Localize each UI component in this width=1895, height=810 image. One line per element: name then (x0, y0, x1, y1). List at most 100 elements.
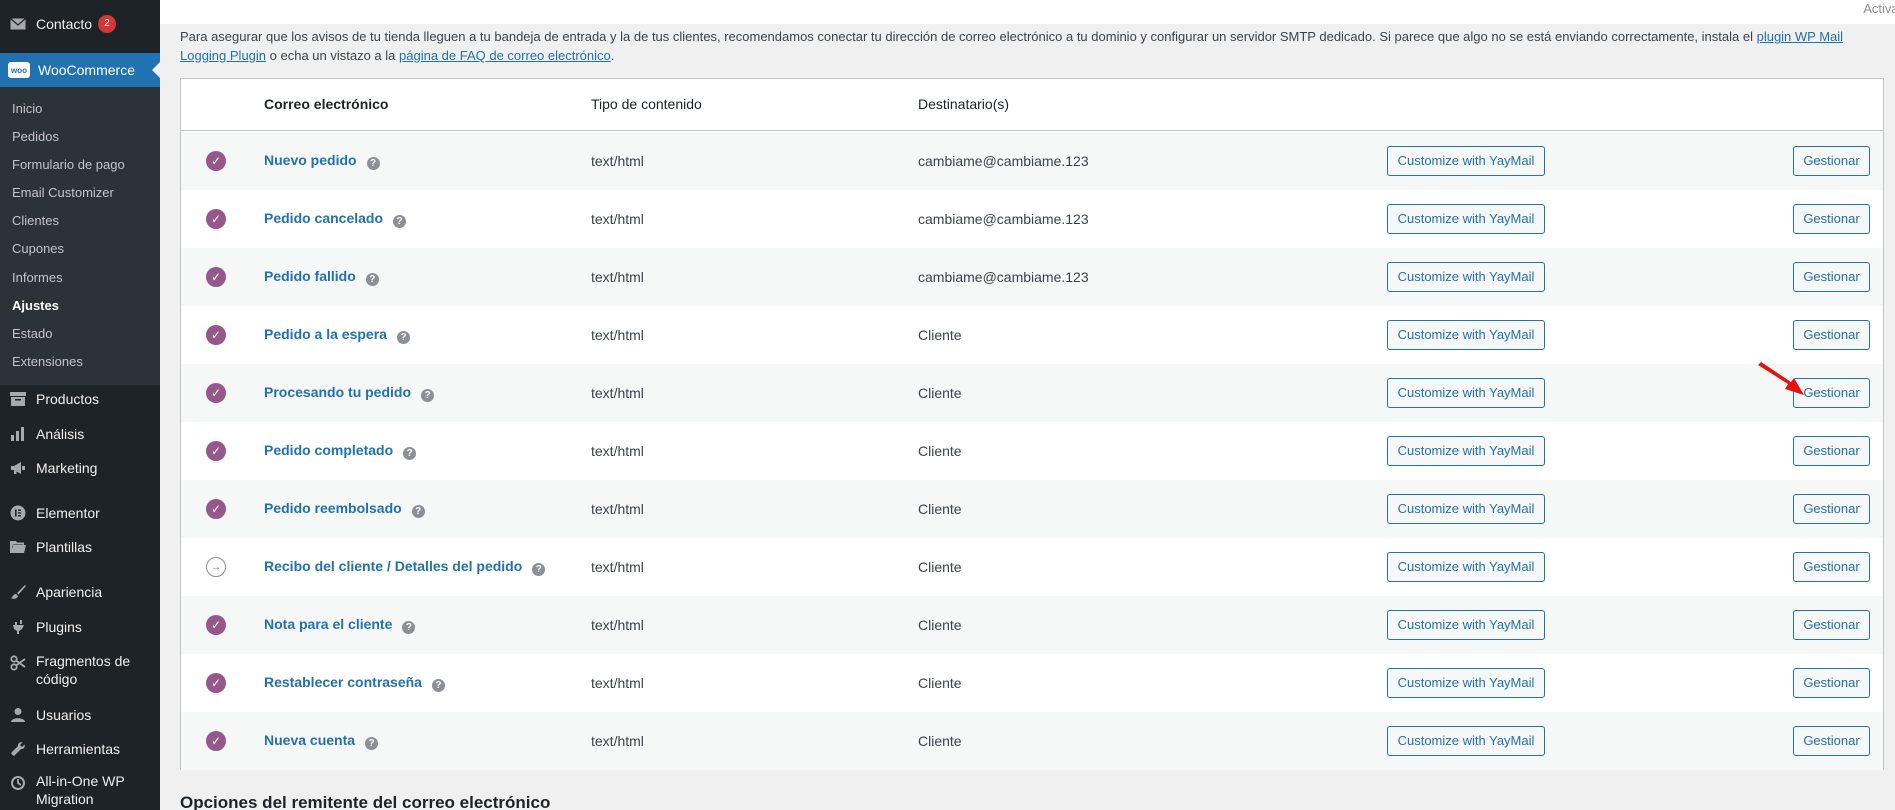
help-tip-icon[interactable]: ? (402, 621, 416, 634)
email-faq-link[interactable]: página de FAQ de correo electrónico (399, 48, 611, 63)
submenu-item-formulario-de-pago[interactable]: Formulario de pago (12, 157, 125, 173)
help-tip-icon[interactable]: ? (431, 679, 445, 692)
help-tip-icon[interactable]: ? (396, 331, 410, 344)
menu-item-analisis[interactable]: Análisis (0, 420, 160, 448)
paintbrush-icon (8, 582, 28, 602)
menu-label: Análisis (36, 426, 85, 442)
activate-link[interactable]: Activar (1863, 1, 1895, 16)
menu-item-elementor[interactable]: Elementor (0, 499, 160, 527)
submenu-item-informes[interactable]: Informes (12, 270, 63, 286)
manage-button[interactable]: Gestionar (1793, 262, 1870, 292)
help-tip-icon[interactable]: ? (393, 215, 407, 228)
email-name: Nota para el cliente (264, 616, 393, 632)
email-name-link[interactable]: Nuevo pedido? (264, 152, 380, 170)
submenu-item-inicio[interactable]: Inicio (12, 101, 42, 117)
customize-yaymail-button[interactable]: Customize with YayMail (1387, 494, 1545, 524)
email-name-link[interactable]: Restablecer contraseña? (264, 674, 445, 692)
content-type-cell: text/html (591, 559, 644, 575)
manage-button[interactable]: Gestionar (1793, 552, 1870, 582)
help-tip-icon[interactable]: ? (411, 505, 425, 518)
menu-label: Plantillas (36, 539, 93, 555)
menu-item-fragmentos-de-codigo[interactable]: Fragmentos de código (0, 652, 160, 696)
content-type-cell: text/html (591, 211, 644, 227)
enabled-check-icon: ✓ (206, 615, 226, 635)
content-type-cell: text/html (591, 443, 644, 459)
menu-item-apariencia[interactable]: Apariencia (0, 578, 160, 606)
menu-item-herramientas[interactable]: Herramientas (0, 735, 160, 763)
email-name-link[interactable]: Pedido a la espera? (264, 326, 410, 344)
recipient-cell: cambiame@cambiame.123 (918, 269, 1089, 285)
notice-text-before: Para asegurar que los avisos de tu tiend… (180, 29, 1757, 44)
menu-item-usuarios[interactable]: Usuarios (0, 701, 160, 729)
help-tip-icon[interactable]: ? (365, 737, 379, 750)
manage-button[interactable]: Gestionar (1793, 204, 1870, 234)
current-menu-arrow (152, 62, 160, 78)
top-bar: Activar (160, 0, 1895, 24)
menu-label-line2: Migration (36, 791, 94, 807)
menu-label: WooCommerce (38, 62, 135, 78)
customize-yaymail-button[interactable]: Customize with YayMail (1387, 378, 1545, 408)
admin-sidebar: Contacto 2 woo WooCommerce Inicio Pedido… (0, 0, 160, 810)
email-name-link[interactable]: Nota para el cliente? (264, 616, 416, 634)
manage-button[interactable]: Gestionar (1793, 436, 1870, 466)
email-name-link[interactable]: Procesando tu pedido? (264, 384, 435, 402)
customize-yaymail-button[interactable]: Customize with YayMail (1387, 668, 1545, 698)
submenu-item-estado[interactable]: Estado (12, 326, 52, 342)
help-tip-icon[interactable]: ? (532, 563, 546, 576)
customize-yaymail-button[interactable]: Customize with YayMail (1387, 726, 1545, 756)
manage-button[interactable]: Gestionar (1793, 610, 1870, 640)
email-name-link[interactable]: Pedido cancelado? (264, 210, 407, 228)
manage-button[interactable]: Gestionar (1793, 726, 1870, 756)
table-row: ✓ Pedido fallido? text/html cambiame@cambia… (181, 248, 1883, 306)
content-type-cell: text/html (591, 617, 644, 633)
menu-item-all-in-one-wp-migration[interactable]: All-in-One WP Migration (0, 772, 160, 810)
menu-item-productos[interactable]: Productos (0, 385, 160, 413)
email-name-link[interactable]: Nueva cuenta? (264, 732, 379, 750)
customize-yaymail-button[interactable]: Customize with YayMail (1387, 320, 1545, 350)
recipient-cell: Cliente (918, 443, 962, 459)
menu-item-marketing[interactable]: Marketing (0, 454, 160, 482)
submenu-item-clientes[interactable]: Clientes (12, 213, 59, 229)
plugin-icon (8, 617, 28, 637)
table-row: ✓ Nota para el cliente? text/html Cliente Cu… (181, 596, 1883, 654)
enabled-check-icon: ✓ (206, 673, 226, 693)
customize-yaymail-button[interactable]: Customize with YayMail (1387, 552, 1545, 582)
menu-item-plantillas[interactable]: Plantillas (0, 533, 160, 561)
manage-button[interactable]: Gestionar (1793, 320, 1870, 350)
manage-button[interactable]: Gestionar (1793, 494, 1870, 524)
help-tip-icon[interactable]: ? (403, 447, 417, 460)
customize-yaymail-button[interactable]: Customize with YayMail (1387, 610, 1545, 640)
submenu-item-pedidos[interactable]: Pedidos (12, 129, 59, 145)
help-tip-icon[interactable]: ? (366, 157, 380, 170)
submenu-item-email-customizer[interactable]: Email Customizer (12, 185, 114, 201)
menu-item-woocommerce[interactable]: woo WooCommerce (0, 53, 160, 87)
submenu-item-extensiones[interactable]: Extensiones (12, 354, 83, 370)
manage-button[interactable]: Gestionar (1793, 146, 1870, 176)
submenu-item-cupones[interactable]: Cupones (12, 241, 64, 257)
email-name: Nueva cuenta (264, 732, 356, 748)
notice-text-middle: o echa un vistazo a la (266, 48, 400, 63)
email-name-link[interactable]: Pedido reembolsado? (264, 500, 425, 518)
submenu-item-ajustes[interactable]: Ajustes (12, 298, 59, 314)
enabled-check-icon: ✓ (206, 731, 226, 751)
customize-yaymail-button[interactable]: Customize with YayMail (1387, 204, 1545, 234)
enabled-check-icon: ✓ (206, 441, 226, 461)
email-name: Pedido cancelado (264, 210, 384, 226)
table-row: ✓ Pedido cancelado? text/html cambiame@camb… (181, 190, 1883, 248)
customize-yaymail-button[interactable]: Customize with YayMail (1387, 146, 1545, 176)
help-tip-icon[interactable]: ? (365, 273, 379, 286)
menu-item-contacto[interactable]: Contacto 2 (0, 10, 160, 38)
menu-item-plugins[interactable]: Plugins (0, 613, 160, 641)
help-tip-icon[interactable]: ? (421, 389, 435, 402)
manage-button[interactable]: Gestionar (1793, 668, 1870, 698)
menu-label: Contacto (36, 16, 93, 32)
email-name-link[interactable]: Recibo del cliente / Detalles del pedido… (264, 558, 546, 576)
customize-yaymail-button[interactable]: Customize with YayMail (1387, 262, 1545, 292)
customize-yaymail-button[interactable]: Customize with YayMail (1387, 436, 1545, 466)
table-row: ✓ Nuevo pedido? text/html cambiame@cambiame… (181, 132, 1883, 190)
recipient-cell: Cliente (918, 559, 962, 575)
email-name-link[interactable]: Pedido fallido? (264, 268, 379, 286)
table-row: ✓ Pedido completado? text/html Cliente Custo… (181, 422, 1883, 480)
email-name-link[interactable]: Pedido completado? (264, 442, 417, 460)
wrench-icon (8, 739, 28, 759)
